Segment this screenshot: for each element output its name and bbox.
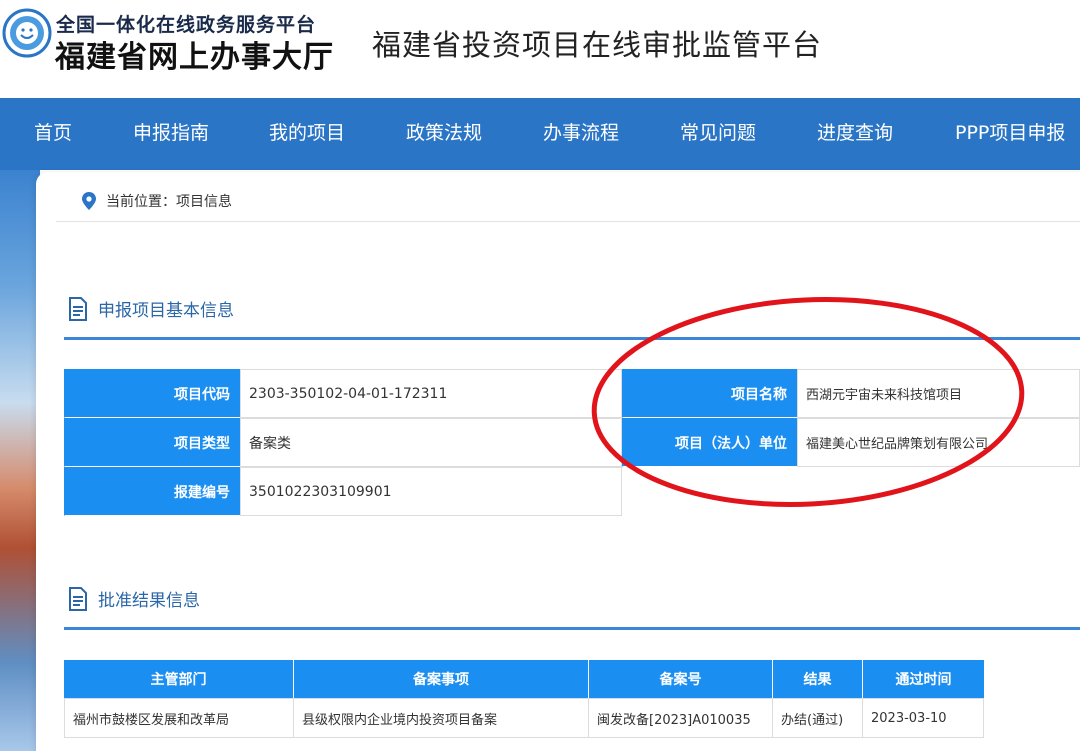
nav-item-faq[interactable]: 常见问题 — [680, 118, 756, 145]
table-cell: 福州市鼓楼区发展和改革局 — [64, 698, 294, 738]
background-banner-image — [0, 170, 40, 751]
table-cell: 2023-03-10 — [863, 698, 984, 738]
label-project-type: 项目类型 — [64, 418, 241, 467]
value-project-name: 西湖元宇宙未来科技馆项目 — [797, 369, 1080, 418]
document-icon — [69, 296, 87, 321]
nav-item-progress[interactable]: 进度查询 — [817, 118, 893, 145]
breadcrumb: 当前位置：项目信息 — [82, 190, 232, 212]
emblem-logo-icon — [2, 8, 52, 58]
nav-item-process[interactable]: 办事流程 — [543, 118, 619, 145]
column-header-filing-item: 备案事项 — [294, 660, 589, 698]
column-header-filing-number: 备案号 — [589, 660, 773, 698]
label-legal-entity: 项目（法人）单位 — [622, 418, 798, 467]
section-divider — [64, 627, 1080, 630]
result-info-heading: 批准结果信息 — [68, 586, 200, 611]
table-cell: 闽发改备[2023]A010035 — [589, 698, 773, 738]
main-nav: 首页 申报指南 我的项目 政策法规 办事流程 常见问题 进度查询 PPP项目申报 — [0, 98, 1080, 170]
divider — [56, 221, 1080, 222]
value-build-number: 3501022303109901 — [240, 467, 622, 516]
nav-item-my-projects[interactable]: 我的项目 — [269, 118, 345, 145]
value-project-code: 2303-350102-04-01-172311 — [240, 369, 622, 418]
basic-info-heading: 申报项目基本信息 — [68, 296, 234, 321]
site-header: 全国一体化在线政务服务平台 福建省网上办事大厅 福建省投资项目在线审批监管平台 — [0, 0, 1080, 98]
column-header-department: 主管部门 — [64, 660, 294, 698]
label-project-name: 项目名称 — [622, 369, 798, 418]
portal-name[interactable]: 福建省网上办事大厅 — [55, 32, 334, 76]
value-legal-entity: 福建美心世纪品牌策划有限公司 — [797, 418, 1080, 467]
column-header-result: 结果 — [773, 660, 863, 698]
nav-item-home[interactable]: 首页 — [34, 118, 72, 145]
location-pin-icon — [82, 192, 96, 210]
breadcrumb-text: 当前位置：项目信息 — [106, 194, 232, 210]
section-divider — [64, 337, 1080, 340]
label-project-code: 项目代码 — [64, 369, 241, 418]
label-build-number: 报建编号 — [64, 467, 241, 516]
nav-item-guide[interactable]: 申报指南 — [133, 118, 209, 145]
column-header-pass-date: 通过时间 — [863, 660, 984, 698]
section-title: 批准结果信息 — [98, 591, 200, 611]
document-icon — [69, 586, 87, 611]
table-cell: 办结(通过) — [773, 698, 863, 738]
nav-item-policies[interactable]: 政策法规 — [406, 118, 482, 145]
nav-item-ppp[interactable]: PPP项目申报 — [955, 118, 1065, 145]
platform-title: 福建省投资项目在线审批监管平台 — [372, 28, 823, 62]
table-cell: 县级权限内企业境内投资项目备案 — [294, 698, 589, 738]
value-project-type: 备案类 — [240, 418, 622, 467]
section-title: 申报项目基本信息 — [98, 301, 234, 321]
